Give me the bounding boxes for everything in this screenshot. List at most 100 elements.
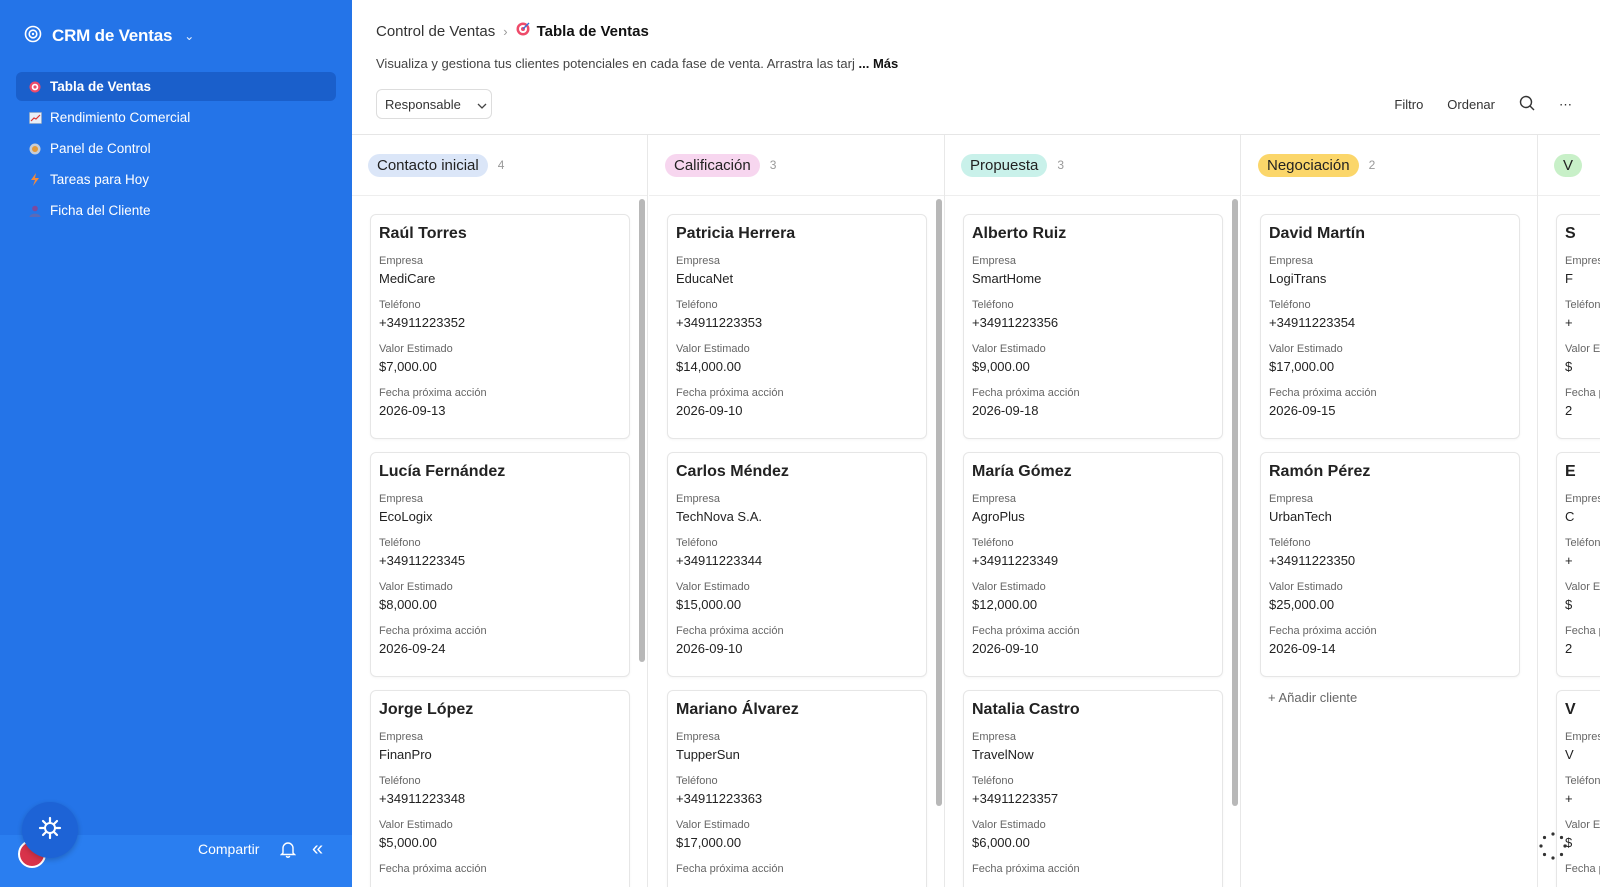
sort-button[interactable]: Ordenar: [1447, 97, 1495, 112]
client-card[interactable]: María Gómez Empresa AgroPlus Teléfono +34911…: [963, 452, 1223, 677]
add-client-label: Añadir cliente: [1278, 690, 1358, 705]
field-value-empresa: EducaNet: [676, 271, 734, 286]
field-value-valor: $: [1565, 835, 1573, 850]
client-card[interactable]: Jorge López Empresa FinanPro Teléfono +34911…: [370, 690, 630, 887]
sidebar-nav: Tabla de Ventas Rendimiento Comercial Pa…: [16, 72, 336, 227]
field-value-valor: $14,000.00: [676, 359, 742, 374]
field-value-empresa: TupperSun: [676, 747, 740, 762]
field-label-fecha: Fecha próxima acción: [379, 625, 487, 637]
field-label-telefono: Teléfono: [1269, 299, 1311, 311]
client-card[interactable]: Mariano Álvarez Empresa TupperSun Teléfono +…: [667, 690, 927, 887]
breadcrumb-root[interactable]: Control de Ventas: [376, 23, 495, 40]
field-label-valor: Valor Estimado: [1565, 581, 1600, 593]
settings-gear-button[interactable]: [22, 802, 78, 858]
field-label-fecha: Fecha próxima acción: [1565, 387, 1600, 399]
field-label-telefono: Teléfono: [379, 537, 421, 549]
kanban-column: Negociación 2 David Martín Empresa LogiTrans…: [1242, 135, 1538, 887]
field-value-telefono: +34911223352: [379, 315, 466, 330]
field-value-telefono: +34911223350: [1269, 553, 1356, 568]
chevron-down-icon: [477, 97, 487, 112]
field-label-valor: Valor Estimado: [972, 819, 1046, 831]
add-client-button[interactable]: + Añadir cliente: [1260, 690, 1520, 705]
chevron-right-icon: ›: [503, 23, 508, 39]
field-value-telefono: +34911223349: [972, 553, 1059, 568]
column-scrollbar[interactable]: [639, 199, 645, 662]
field-value-empresa: V: [1565, 747, 1574, 762]
client-name: S: [1565, 225, 1576, 242]
bell-icon[interactable]: [279, 840, 297, 863]
client-name: Carlos Méndez: [676, 463, 789, 480]
client-card[interactable]: Ramón Pérez Empresa UrbanTech Teléfono +3491…: [1260, 452, 1520, 677]
client-card[interactable]: Natalia Castro Empresa TravelNow Teléfono +3…: [963, 690, 1223, 887]
sidebar-item-rendimiento-comercial[interactable]: Rendimiento Comercial: [16, 103, 336, 132]
client-card[interactable]: Alberto Ruiz Empresa SmartHome Teléfono +349…: [963, 214, 1223, 439]
more-options-icon[interactable]: ⋯: [1559, 97, 1572, 113]
breadcrumb: Control de Ventas › Tabla de Ventas: [376, 22, 649, 40]
sidebar-item-tabla-de-ventas[interactable]: Tabla de Ventas: [16, 72, 336, 101]
field-label-empresa: Empresa: [1565, 493, 1600, 505]
sidebar-item-panel-de-control[interactable]: Panel de Control: [16, 134, 336, 163]
field-value-valor: $8,000.00: [379, 597, 437, 612]
search-icon[interactable]: [1519, 95, 1535, 114]
app-switcher[interactable]: CRM de Ventas ⌄: [24, 24, 194, 48]
filter-button[interactable]: Filtro: [1394, 97, 1423, 112]
client-card[interactable]: E Empresa C Teléfono + Valor Estimado $ Fecha p…: [1556, 452, 1600, 677]
field-label-empresa: Empresa: [972, 731, 1017, 743]
column-header: V: [1538, 135, 1600, 196]
field-label-telefono: Teléfono: [379, 299, 421, 311]
field-value-valor: $15,000.00: [676, 597, 742, 612]
column-count: 3: [769, 158, 777, 172]
field-value-valor: $17,000.00: [1269, 359, 1335, 374]
client-card[interactable]: S Empresa F Teléfono + Valor Estimado $ Fecha p…: [1556, 214, 1600, 439]
field-label-valor: Valor Estimado: [1269, 581, 1343, 593]
field-value-fecha: 2026-09-15: [1269, 403, 1336, 418]
main-content: Control de Ventas › Tabla de Ventas Visu…: [352, 0, 1600, 887]
field-label-empresa: Empresa: [1565, 731, 1600, 743]
client-card[interactable]: Raúl Torres Empresa MediCare Teléfono +34911…: [370, 214, 630, 439]
loading-spinner-icon: [1538, 831, 1568, 861]
client-name: Mariano Álvarez: [676, 701, 799, 718]
field-value-empresa: EcoLogix: [379, 509, 433, 524]
target-icon: [28, 80, 42, 94]
sidebar-item-tareas-para-hoy[interactable]: Tareas para Hoy: [16, 165, 336, 194]
responsable-dropdown[interactable]: Responsable: [376, 89, 492, 119]
field-value-empresa: UrbanTech: [1269, 509, 1332, 524]
client-name: V: [1565, 701, 1576, 718]
field-label-telefono: Teléfono: [972, 299, 1014, 311]
client-card[interactable]: Carlos Méndez Empresa TechNova S.A. Teléfon…: [667, 452, 927, 677]
client-name: Patricia Herrera: [676, 225, 796, 242]
client-card[interactable]: David Martín Empresa LogiTrans Teléfono +349…: [1260, 214, 1520, 439]
share-button[interactable]: Compartir: [198, 841, 259, 857]
description-text: Visualiza y gestiona tus clientes potenc…: [376, 56, 855, 71]
field-value-empresa: LogiTrans: [1269, 271, 1327, 286]
more-link[interactable]: ... Más: [859, 56, 899, 71]
field-value-telefono: +34911223345: [379, 553, 466, 568]
client-name: Jorge López: [379, 701, 474, 718]
field-value-fecha: 2: [1565, 403, 1573, 418]
kanban-column: Propuesta 3 Alberto Ruiz Empresa SmartHome Te…: [945, 135, 1241, 887]
client-card[interactable]: Patricia Herrera Empresa EducaNet Teléfono +…: [667, 214, 927, 439]
field-value-telefono: +34911223353: [676, 315, 763, 330]
sidebar-item-label: Tareas para Hoy: [50, 172, 150, 187]
client-name: Natalia Castro: [972, 701, 1080, 718]
client-card[interactable]: Lucía Fernández Empresa EcoLogix Teléfono +3…: [370, 452, 630, 677]
field-label-telefono: Teléfono: [1565, 299, 1600, 311]
field-label-valor: Valor Estimado: [379, 343, 453, 355]
field-label-valor: Valor Estimado: [379, 819, 453, 831]
field-value-empresa: C: [1565, 509, 1575, 524]
chart-icon: [28, 111, 42, 125]
collapse-sidebar-icon[interactable]: «: [312, 838, 323, 861]
field-value-fecha: 2026-09-10: [676, 403, 743, 418]
client-name: Raúl Torres: [379, 225, 467, 242]
column-scrollbar[interactable]: [936, 199, 942, 806]
sidebar-item-ficha-del-cliente[interactable]: Ficha del Cliente: [16, 196, 336, 225]
field-label-fecha: Fecha próxima acción: [1269, 387, 1377, 399]
gear-icon: [38, 816, 62, 845]
field-label-valor: Valor Estimado: [1269, 343, 1343, 355]
column-title: Negociación: [1258, 153, 1359, 177]
field-label-telefono: Teléfono: [676, 299, 718, 311]
column-count: 3: [1057, 158, 1065, 172]
column-scrollbar[interactable]: [1232, 199, 1238, 806]
field-value-valor: $9,000.00: [972, 359, 1030, 374]
field-value-fecha: 2026-09-10: [972, 641, 1039, 656]
